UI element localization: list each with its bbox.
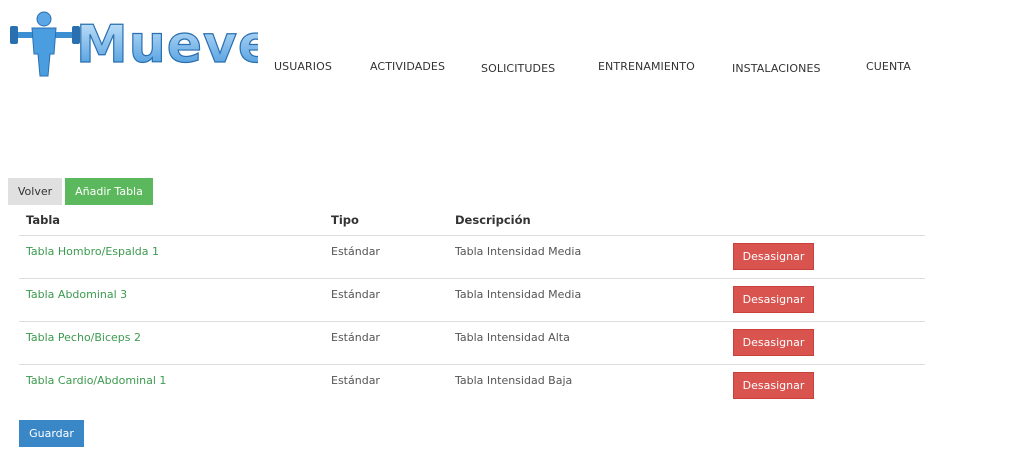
table-type: Estándar: [331, 331, 380, 344]
table-row: Tabla Hombro/Espalda 1 Estándar Tabla In…: [19, 236, 925, 279]
table-type: Estándar: [331, 245, 380, 258]
nav-cuenta[interactable]: CUENTA: [866, 60, 911, 73]
table-name-link[interactable]: Tabla Cardio/Abdominal 1: [26, 374, 166, 387]
table-row: Tabla Abdominal 3 Estándar Tabla Intensi…: [19, 279, 925, 322]
nav-instalaciones[interactable]: INSTALACIONES: [732, 62, 821, 75]
table-description: Tabla Intensidad Media: [455, 245, 582, 258]
tables-table: Tabla Tipo Descripción Tabla Hombro/Espa…: [19, 206, 925, 407]
nav-entrenamiento[interactable]: ENTRENAMIENTO: [598, 60, 695, 73]
table-type: Estándar: [331, 374, 380, 387]
table-name-link[interactable]: Tabla Hombro/Espalda 1: [26, 245, 159, 258]
table-name-link[interactable]: Tabla Pecho/Biceps 2: [26, 331, 141, 344]
main-nav: USUARIOS ACTIVIDADES SOLICITUDES ENTRENA…: [0, 0, 1012, 90]
back-button[interactable]: Volver: [8, 178, 62, 205]
table-description: Tabla Intensidad Baja: [455, 374, 573, 387]
table-name-link[interactable]: Tabla Abdominal 3: [26, 288, 127, 301]
nav-actividades[interactable]: ACTIVIDADES: [370, 60, 445, 73]
header-tabla: Tabla: [26, 213, 61, 227]
add-table-button[interactable]: Añadir Tabla: [65, 178, 153, 205]
unassign-button[interactable]: Desasignar: [733, 286, 814, 313]
nav-solicitudes[interactable]: SOLICITUDES: [481, 62, 555, 75]
table-type: Estándar: [331, 288, 380, 301]
nav-usuarios[interactable]: USUARIOS: [274, 60, 332, 73]
save-button[interactable]: Guardar: [19, 420, 84, 447]
table-description: Tabla Intensidad Media: [455, 288, 582, 301]
table-row: Tabla Cardio/Abdominal 1 Estándar Tabla …: [19, 365, 925, 407]
table-description: Tabla Intensidad Alta: [455, 331, 570, 344]
unassign-button[interactable]: Desasignar: [733, 329, 814, 356]
unassign-button[interactable]: Desasignar: [733, 243, 814, 270]
header-descripcion: Descripción: [455, 213, 531, 227]
table-header: Tabla Tipo Descripción: [19, 206, 925, 236]
table-row: Tabla Pecho/Biceps 2 Estándar Tabla Inte…: [19, 322, 925, 365]
unassign-button[interactable]: Desasignar: [733, 372, 814, 399]
header-tipo: Tipo: [331, 213, 359, 227]
